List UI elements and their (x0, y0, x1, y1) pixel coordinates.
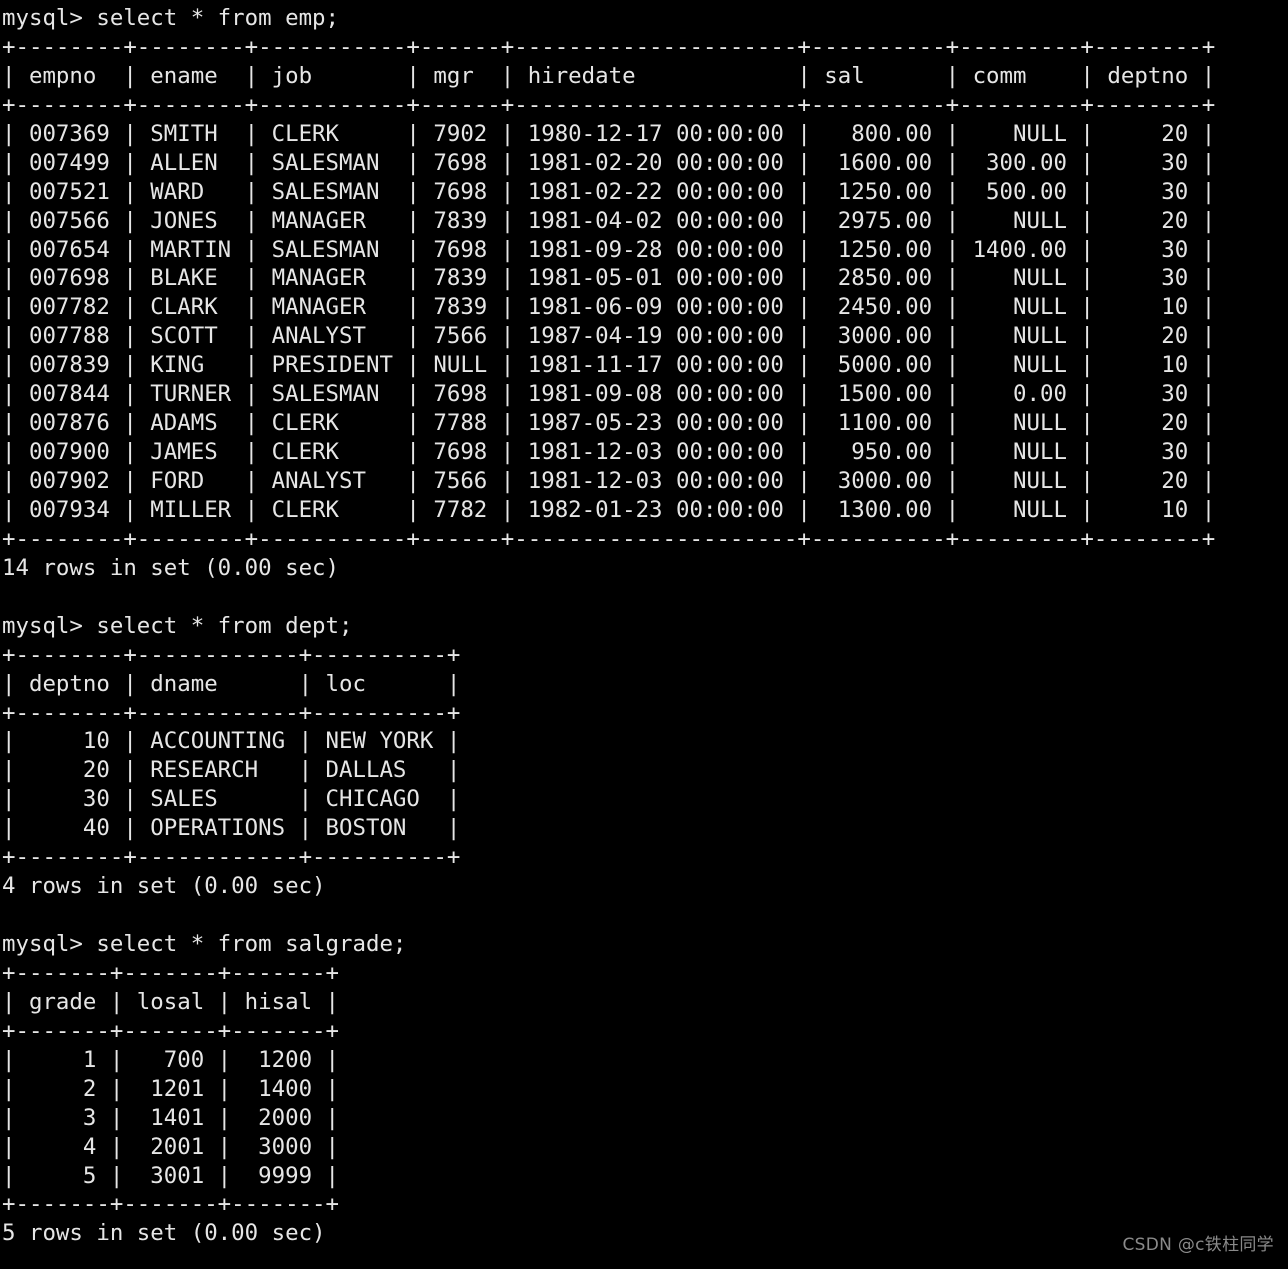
dept-query-header-row: | deptno | dname | loc | (2, 670, 461, 697)
salgrade-query-header-row: | grade | losal | hisal | (2, 988, 340, 1015)
salgrade-query-command: mysql> select * from salgrade; (2, 931, 407, 957)
table-row: | 1 | 700 | 1200 | (2, 1046, 340, 1073)
table-row: | 007369 | SMITH | CLERK | 7902 | 1980-1… (2, 120, 1216, 147)
salgrade-query-rule-header: +-------+-------+-------+ (2, 1017, 340, 1044)
salgrade-query-rule-bottom: +-------+-------+-------+ (2, 1191, 340, 1218)
table-row: | 007782 | CLARK | MANAGER | 7839 | 1981… (2, 294, 1216, 321)
dept-query-status: 4 rows in set (0.00 sec) (2, 873, 326, 900)
dept-query-command: mysql> select * from dept; (2, 612, 353, 639)
emp-query-command: mysql> select * from emp; (2, 5, 340, 31)
salgrade-query-rule-top: +-------+-------+-------+ (2, 959, 340, 986)
dept-query-rule-bottom: +--------+------------+----------+ (2, 844, 461, 871)
table-row: | 007521 | WARD | SALESMAN | 7698 | 1981… (2, 178, 1216, 205)
dept-query-rule-header: +--------+------------+----------+ (2, 699, 461, 726)
table-row: | 007900 | JAMES | CLERK | 7698 | 1981-1… (2, 439, 1216, 466)
table-row: | 007876 | ADAMS | CLERK | 7788 | 1987-0… (2, 410, 1216, 437)
emp-query-rule-header: +--------+--------+-----------+------+--… (2, 91, 1216, 118)
dept-query-rule-top: +--------+------------+----------+ (2, 641, 461, 668)
table-row: | 30 | SALES | CHICAGO | (2, 786, 461, 813)
table-row: | 3 | 1401 | 2000 | (2, 1104, 340, 1131)
table-row: | 007566 | JONES | MANAGER | 7839 | 1981… (2, 207, 1216, 234)
terminal-screen: mysql> select * from emp; +--------+-----… (2, 4, 1215, 1248)
table-row: | 007698 | BLAKE | MANAGER | 7839 | 1981… (2, 265, 1216, 292)
table-row: | 4 | 2001 | 3000 | (2, 1133, 340, 1160)
table-row: | 2 | 1201 | 1400 | (2, 1075, 340, 1102)
terminal-window[interactable]: mysql> select * from emp; +--------+-----… (0, 0, 1288, 1269)
emp-query-rule-top: +--------+--------+-----------+------+--… (2, 33, 1216, 60)
salgrade-query-status: 5 rows in set (0.00 sec) (2, 1220, 326, 1247)
table-row: | 10 | ACCOUNTING | NEW YORK | (2, 728, 461, 755)
table-row: | 20 | RESEARCH | DALLAS | (2, 757, 461, 784)
emp-query-rule-bottom: +--------+--------+-----------+------+--… (2, 525, 1216, 552)
table-row: | 007499 | ALLEN | SALESMAN | 7698 | 198… (2, 149, 1216, 176)
table-row: | 007844 | TURNER | SALESMAN | 7698 | 19… (2, 381, 1216, 408)
emp-query-header-row: | empno | ename | job | mgr | hiredate |… (2, 62, 1216, 89)
table-row: | 40 | OPERATIONS | BOSTON | (2, 815, 461, 842)
table-row: | 007788 | SCOTT | ANALYST | 7566 | 1987… (2, 323, 1216, 350)
table-row: | 007839 | KING | PRESIDENT | NULL | 198… (2, 352, 1216, 379)
table-row: | 5 | 3001 | 9999 | (2, 1162, 340, 1189)
emp-query-status: 14 rows in set (0.00 sec) (2, 554, 340, 581)
csdn-watermark: CSDN @c铁柱同学 (1122, 1235, 1274, 1255)
table-row: | 007654 | MARTIN | SALESMAN | 7698 | 19… (2, 236, 1216, 263)
table-row: | 007934 | MILLER | CLERK | 7782 | 1982-… (2, 496, 1216, 523)
table-row: | 007902 | FORD | ANALYST | 7566 | 1981-… (2, 468, 1216, 494)
